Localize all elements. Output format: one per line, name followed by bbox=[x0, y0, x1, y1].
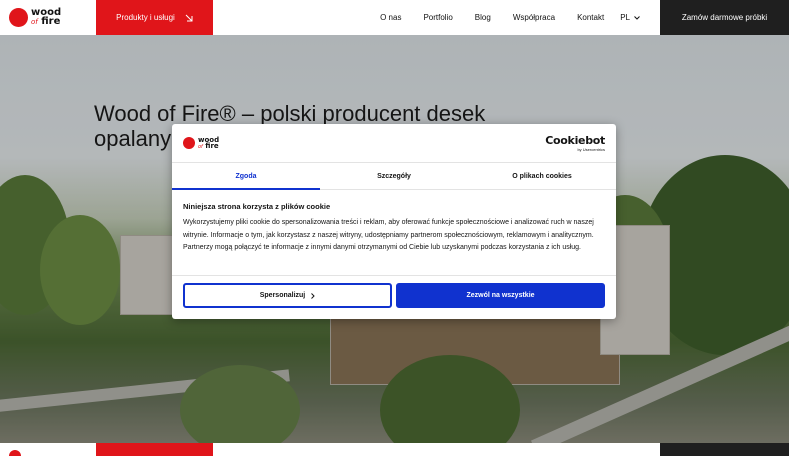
chevron-down-icon bbox=[634, 15, 640, 20]
customize-label: Spersonalizuj bbox=[259, 292, 306, 299]
arrow-down-right-icon bbox=[185, 14, 193, 21]
nav-item-wspolpraca[interactable]: Współpraca bbox=[513, 13, 555, 22]
allow-all-label: Zezwól na wszystkie bbox=[466, 292, 535, 299]
logo-wordmark: wood of fire bbox=[31, 7, 62, 27]
products-menu-button[interactable]: Produkty i usługi bbox=[96, 0, 213, 35]
page: wood of fire Produkty i usługi O nas Por… bbox=[0, 0, 789, 456]
cookie-consent-dialog: wood of fire Cookiebot by Usercentrics Z… bbox=[172, 124, 616, 319]
customize-button[interactable]: Spersonalizuj bbox=[183, 283, 392, 308]
logo[interactable]: wood of fire bbox=[0, 0, 96, 35]
cookie-dialog-header: wood of fire Cookiebot by Usercentrics bbox=[172, 124, 616, 162]
logo-mark bbox=[183, 137, 195, 149]
cookie-description: Wykorzystujemy pliki cookie do spersonal… bbox=[183, 219, 594, 251]
cookie-body: Niniejsza strona korzysta z plików cooki… bbox=[172, 190, 616, 276]
nav-item-kontakt[interactable]: Kontakt bbox=[577, 13, 604, 22]
dark-block bbox=[660, 443, 789, 456]
tab-szczegoly[interactable]: Szczegóły bbox=[320, 163, 468, 189]
footer-logo bbox=[0, 443, 96, 456]
red-block bbox=[96, 443, 213, 456]
chevron-right-icon bbox=[311, 292, 315, 299]
cookiebot-logo[interactable]: Cookiebot by Usercentrics bbox=[545, 134, 605, 152]
logo-mark bbox=[9, 450, 21, 456]
cookie-site-logo: wood of fire bbox=[183, 135, 220, 150]
order-samples-button[interactable]: Zamów darmowe próbki bbox=[660, 0, 789, 35]
cookie-heading: Niniejsza strona korzysta z plików cooki… bbox=[183, 202, 331, 211]
site-header: wood of fire Produkty i usługi O nas Por… bbox=[0, 0, 789, 35]
cookie-tabs: Zgoda Szczegóły O plikach cookies bbox=[172, 162, 616, 190]
language-switcher[interactable]: PL bbox=[620, 13, 640, 22]
logo-mark bbox=[9, 8, 28, 27]
next-section-strip bbox=[0, 443, 789, 456]
nav-item-blog[interactable]: Blog bbox=[475, 13, 491, 22]
logo-wordmark: wood of fire bbox=[198, 135, 220, 150]
tab-zgoda[interactable]: Zgoda bbox=[172, 163, 320, 190]
nav-item-o-nas[interactable]: O nas bbox=[380, 13, 401, 22]
language-label: PL bbox=[620, 13, 630, 22]
order-samples-label: Zamów darmowe próbki bbox=[681, 13, 768, 22]
main-nav: O nas Portfolio Blog Współpraca Kontakt … bbox=[213, 0, 660, 35]
allow-all-button[interactable]: Zezwól na wszystkie bbox=[396, 283, 605, 308]
nav-item-portfolio[interactable]: Portfolio bbox=[423, 13, 452, 22]
cookie-actions: Spersonalizuj Zezwól na wszystkie bbox=[172, 276, 616, 315]
tab-o-plikach-cookies[interactable]: O plikach cookies bbox=[468, 163, 616, 189]
products-menu-label: Produkty i usługi bbox=[116, 13, 175, 22]
